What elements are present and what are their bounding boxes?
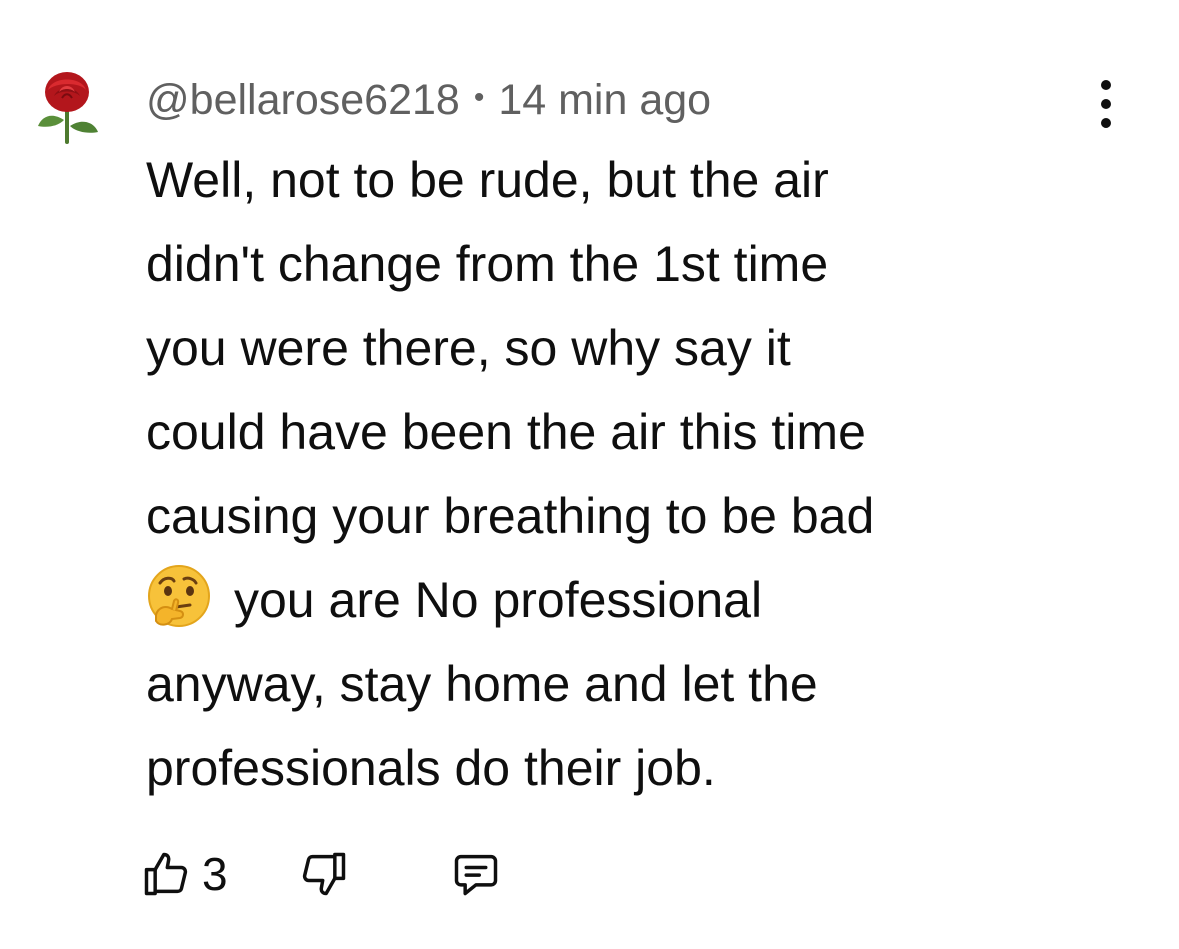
comment-line: causing your breathing to be bad — [146, 488, 875, 544]
comment-line: you were there, so why say it — [146, 320, 791, 376]
comment-card: @bellarose6218 • 14 min ago Well, not to… — [0, 0, 1179, 949]
thinking-face-emoji-icon — [146, 563, 212, 629]
reply-comment-icon — [450, 848, 502, 900]
reply-button[interactable] — [450, 848, 502, 900]
rose-emoji-icon[interactable] — [34, 68, 100, 144]
comment-line-with-emoji: you are No professional — [146, 558, 1146, 642]
like-button[interactable]: 3 — [140, 847, 228, 901]
comment-line: could have been the air this time — [146, 404, 866, 460]
thumbs-down-icon — [298, 848, 350, 900]
comment-line: anyway, stay home and let the — [146, 656, 818, 712]
comment-timestamp: 14 min ago — [498, 75, 712, 124]
more-dot — [1101, 118, 1111, 128]
comment-body: Well, not to be rude, but the air didn't… — [146, 138, 1146, 810]
author-name[interactable]: @bellarose6218 — [146, 76, 460, 125]
like-count: 3 — [202, 848, 228, 900]
comment-line: Well, not to be rude, but the air — [146, 152, 829, 208]
dislike-button[interactable] — [298, 848, 350, 900]
more-dot — [1101, 80, 1111, 90]
thumbs-up-icon — [140, 848, 192, 900]
comment-header: @bellarose6218 • 14 min ago — [146, 72, 711, 128]
comment-line: didn't change from the 1st time — [146, 236, 829, 292]
comment-line: professionals do their job. — [146, 740, 716, 796]
comment-line: you are No professional — [234, 572, 763, 628]
more-vertical-icon[interactable] — [1086, 80, 1126, 128]
comment-actions: 3 — [140, 842, 502, 906]
more-dot — [1101, 99, 1111, 109]
meta-separator: • — [473, 81, 485, 114]
